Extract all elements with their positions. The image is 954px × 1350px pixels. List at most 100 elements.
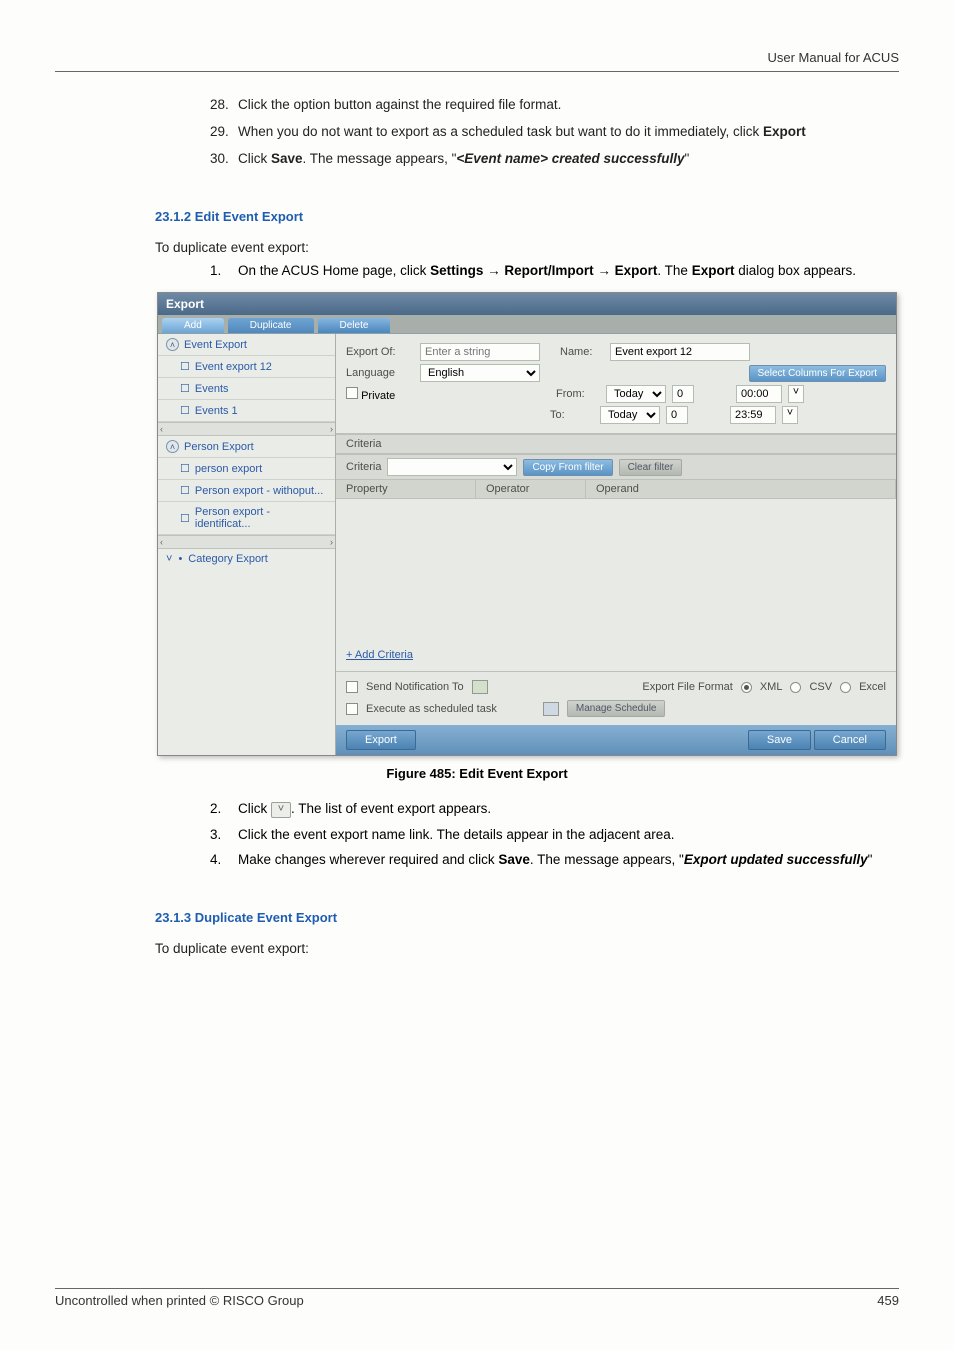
sec1-step3: 3. Click the event export name link. The…	[210, 825, 899, 845]
tree-label: Person export - identificat...	[195, 506, 327, 530]
tree-root-event[interactable]: ˄ Event Export	[158, 334, 335, 356]
text-frag: dialog box appears.	[734, 263, 856, 278]
criteria-section-head: Criteria	[336, 434, 896, 454]
tree-root-category[interactable]: ˅ • Category Export	[158, 549, 335, 569]
to-offset-input[interactable]	[666, 406, 688, 424]
lbl-criteria: Criteria	[346, 461, 381, 473]
step-text: Click the event export name link. The de…	[238, 825, 899, 845]
send-notification-checkbox[interactable]	[346, 681, 358, 693]
tree-label: Category Export	[188, 553, 267, 565]
text-bolditalic: Export updated successfully	[684, 852, 868, 867]
clear-filter-button[interactable]: Clear filter	[619, 459, 683, 476]
form-panel: Export Of: Name: Language English Select…	[336, 334, 896, 755]
col-operand: Operand	[586, 480, 896, 498]
export-dialog-screenshot: Export Add Duplicate Delete ˄ Event Expo…	[157, 292, 897, 756]
to-day-select[interactable]: Today	[600, 406, 660, 424]
recipient-box[interactable]	[472, 680, 488, 694]
lbl-excel: Excel	[859, 681, 886, 693]
tree-item[interactable]: ☐ person export	[158, 458, 335, 480]
mini-scrollbar[interactable]: ‹›	[158, 422, 335, 436]
text-bold: Export	[615, 263, 658, 278]
tree-root-person[interactable]: ˄ Person Export	[158, 436, 335, 458]
collapse-icon[interactable]: ˄	[166, 338, 179, 351]
tab-add[interactable]: Add	[162, 318, 224, 333]
criteria-section-label: Criteria	[346, 438, 381, 450]
step-num: 4.	[210, 850, 238, 870]
chevron-down-icon[interactable]: ˅	[782, 406, 798, 424]
text-bold: Export	[763, 124, 806, 139]
export-button[interactable]: Export	[346, 730, 416, 750]
step-text: On the ACUS Home page, click Settings → …	[238, 261, 899, 281]
criteria-grid	[336, 499, 896, 644]
to-time-input[interactable]	[730, 406, 776, 424]
radio-excel[interactable]	[840, 682, 851, 693]
execute-scheduled-checkbox[interactable]	[346, 703, 358, 715]
cancel-button[interactable]: Cancel	[814, 730, 886, 750]
add-criteria-link[interactable]: + Add Criteria	[336, 644, 896, 671]
mini-scrollbar[interactable]: ‹›	[158, 535, 335, 549]
text-bolditalic: <Event name> created successfully	[456, 151, 684, 166]
radio-xml[interactable]	[741, 682, 752, 693]
page-footer: Uncontrolled when printed © RISCO Group …	[55, 1288, 899, 1308]
lbl-send-notification: Send Notification To	[366, 681, 464, 693]
chevron-down-icon: ˅	[271, 802, 291, 818]
copy-from-filter-button[interactable]: Copy From filter	[523, 459, 612, 476]
text-bold: Export	[692, 263, 735, 278]
radio-csv[interactable]	[790, 682, 801, 693]
step-29: 29. When you do not want to export as a …	[210, 123, 899, 142]
text-bold: Save	[498, 852, 530, 867]
tab-delete[interactable]: Delete	[318, 318, 391, 333]
step-num: 1.	[210, 261, 238, 281]
tree-item[interactable]: ☐ Person export - withoput...	[158, 480, 335, 502]
step-text: Make changes wherever required and click…	[238, 850, 899, 870]
text-frag: "	[685, 151, 690, 166]
text-frag: →	[594, 263, 615, 278]
step-num: 29.	[210, 123, 238, 142]
text-bold: Report/Import	[504, 263, 593, 278]
text-bold: Save	[271, 151, 303, 166]
chevron-down-icon[interactable]: ˅	[788, 385, 804, 403]
tree-label: Event export 12	[195, 361, 272, 373]
text-frag: . The message appears, "	[530, 852, 684, 867]
save-button[interactable]: Save	[748, 730, 811, 750]
select-columns-button[interactable]: Select Columns For Export	[749, 365, 887, 382]
lbl-private: Private	[361, 390, 395, 402]
expand-icon[interactable]: ˅	[166, 553, 172, 565]
tree-item[interactable]: ☐ Events	[158, 378, 335, 400]
step-30: 30. Click Save. The message appears, "<E…	[210, 150, 899, 169]
criteria-select[interactable]	[387, 458, 517, 476]
from-offset-input[interactable]	[672, 385, 694, 403]
lbl-export-of: Export Of:	[346, 346, 414, 358]
lbl-from: From:	[556, 388, 600, 400]
tree-item[interactable]: ☐ Event export 12	[158, 356, 335, 378]
private-checkbox[interactable]	[346, 387, 358, 399]
step-text: Click ˅. The list of event export appear…	[238, 799, 899, 819]
tab-duplicate[interactable]: Duplicate	[228, 318, 314, 333]
section-intro: To duplicate event export:	[155, 240, 899, 255]
language-select[interactable]: English	[420, 364, 540, 382]
footer-page-number: 459	[877, 1293, 899, 1308]
tree-label: Person export - withoput...	[195, 485, 323, 497]
schedule-box[interactable]	[543, 702, 559, 716]
export-of-input[interactable]	[420, 343, 540, 361]
collapse-icon[interactable]: ˄	[166, 440, 179, 453]
figure-caption: Figure 485: Edit Event Export	[55, 766, 899, 781]
step-text: Click the option button against the requ…	[238, 96, 899, 115]
tree-item[interactable]: ☐ Events 1	[158, 400, 335, 422]
manage-schedule-button[interactable]: Manage Schedule	[567, 700, 666, 717]
sec1-step2: 2. Click ˅. The list of event export app…	[210, 799, 899, 819]
step-28: 28. Click the option button against the …	[210, 96, 899, 115]
text-frag: Make changes wherever required and click	[238, 852, 498, 867]
dialog-title: Export	[158, 293, 896, 315]
text-frag: . The message appears, "	[303, 151, 457, 166]
from-time-input[interactable]	[736, 385, 782, 403]
step-text: Click Save. The message appears, "<Event…	[238, 150, 899, 169]
from-day-select[interactable]: Today	[606, 385, 666, 403]
steps-28-30: 28. Click the option button against the …	[210, 96, 899, 169]
name-input[interactable]	[610, 343, 750, 361]
tree-item[interactable]: ☐ Person export - identificat...	[158, 502, 335, 535]
step-num: 2.	[210, 799, 238, 819]
text-frag: "	[868, 852, 873, 867]
text-frag: Click	[238, 151, 271, 166]
text-frag: →	[483, 263, 504, 278]
